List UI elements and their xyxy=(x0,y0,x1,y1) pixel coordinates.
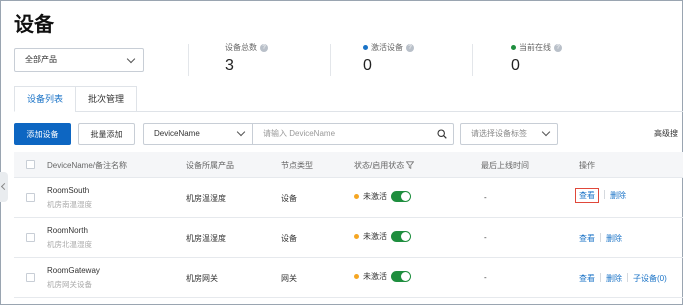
last-online-cell: - xyxy=(484,193,487,202)
enable-toggle[interactable] xyxy=(391,231,411,242)
stat-divider xyxy=(188,44,189,76)
chevron-down-icon xyxy=(236,127,246,137)
device-tag-select[interactable]: 请选择设备标签 xyxy=(460,123,558,145)
tab-bar: 设备列表 批次管理 xyxy=(14,86,138,112)
status-cell: 未激活 xyxy=(354,191,411,202)
header-node-type: 节点类型 xyxy=(281,161,313,170)
stat-label: 设备总数 xyxy=(225,43,257,52)
node-type-cell: 设备 xyxy=(281,234,297,243)
table-header: DeviceName/备注名称 设备所属产品 节点类型 状态/启用状态 最后上线… xyxy=(14,152,683,178)
table-row: RoomGateway 机房网关设备 机房网关 网关 未激活 - 查看 删除 子设备… xyxy=(14,258,683,298)
stat-label: 当前在线 xyxy=(519,43,551,52)
header-status-label: 状态/启用状态 xyxy=(354,161,405,170)
product-filter-value: 全部产品 xyxy=(25,55,57,64)
last-online-cell: - xyxy=(484,233,487,242)
node-type-cell: 网关 xyxy=(281,274,297,283)
device-note: 机房北温湿度 xyxy=(47,240,92,249)
search-field-value: DeviceName xyxy=(154,129,200,138)
device-note: 机房南温湿度 xyxy=(47,200,92,209)
actions-cell: 查看 删除 xyxy=(579,233,622,244)
filter-icon[interactable] xyxy=(406,161,415,169)
status-text: 未激活 xyxy=(363,232,387,241)
advanced-search-link[interactable]: 高级搜 xyxy=(654,128,678,139)
device-name: RoomNorth xyxy=(47,226,88,235)
chevron-down-icon xyxy=(126,54,136,64)
batch-add-button[interactable]: 批量添加 xyxy=(78,123,135,145)
header-status: 状态/启用状态 xyxy=(354,160,415,171)
status-cell: 未激活 xyxy=(354,231,411,242)
tab-device-list[interactable]: 设备列表 xyxy=(14,86,77,112)
sub-device-link[interactable]: 子设备(0) xyxy=(633,274,667,283)
view-link[interactable]: 查看 xyxy=(579,274,595,283)
table-row: RoomNorth 机房北温湿度 机房温湿度 设备 未激活 - 查看 删除 xyxy=(14,218,683,258)
help-icon[interactable]: ? xyxy=(260,43,268,52)
stat-divider xyxy=(330,44,331,76)
delete-link[interactable]: 删除 xyxy=(606,234,622,243)
delete-link[interactable]: 删除 xyxy=(610,191,626,200)
sidebar-collapse-handle[interactable] xyxy=(0,172,8,202)
page-title: 设备 xyxy=(14,14,54,36)
enable-toggle[interactable] xyxy=(391,271,411,282)
stat-total-devices: 设备总数 ? 3 xyxy=(225,42,268,75)
blue-dot-icon xyxy=(363,45,368,50)
header-last-online: 最后上线时间 xyxy=(481,161,529,170)
delete-link[interactable]: 删除 xyxy=(606,274,622,283)
product-cell: 机房网关 xyxy=(186,274,218,283)
divider xyxy=(627,273,628,282)
stat-divider xyxy=(472,44,473,76)
row-checkbox[interactable] xyxy=(26,273,35,282)
divider xyxy=(604,190,605,199)
stat-value: 0 xyxy=(363,57,372,74)
search-field-select[interactable]: DeviceName xyxy=(143,123,253,145)
help-icon[interactable]: ? xyxy=(406,43,414,52)
status-dot-icon xyxy=(354,274,359,279)
search-input[interactable] xyxy=(263,124,433,143)
header-product: 设备所属产品 xyxy=(186,161,234,170)
stat-value: 0 xyxy=(511,57,520,74)
status-cell: 未激活 xyxy=(354,271,411,282)
view-link[interactable]: 查看 xyxy=(579,234,595,243)
stat-activated-devices: 激活设备 ? 0 xyxy=(363,42,414,75)
green-dot-icon xyxy=(511,45,516,50)
device-tag-placeholder: 请选择设备标签 xyxy=(471,129,527,138)
product-cell: 机房温湿度 xyxy=(186,234,226,243)
node-type-cell: 设备 xyxy=(281,194,297,203)
device-table: DeviceName/备注名称 设备所属产品 节点类型 状态/启用状态 最后上线… xyxy=(14,152,683,298)
device-name-cell: RoomSouth 机房南温湿度 xyxy=(47,186,92,210)
status-dot-icon xyxy=(354,194,359,199)
header-actions: 操作 xyxy=(579,161,595,170)
table-row: RoomSouth 机房南温湿度 机房温湿度 设备 未激活 - 查看 删除 xyxy=(14,178,683,218)
header-device-name: DeviceName/备注名称 xyxy=(47,161,128,170)
search-icon[interactable] xyxy=(437,129,447,139)
device-name: RoomSouth xyxy=(47,186,90,195)
product-cell: 机房温湿度 xyxy=(186,194,226,203)
row-checkbox[interactable] xyxy=(26,193,35,202)
product-filter-select[interactable]: 全部产品 xyxy=(14,48,144,72)
search-box xyxy=(252,123,454,145)
enable-toggle[interactable] xyxy=(391,191,411,202)
help-icon[interactable]: ? xyxy=(554,43,562,52)
device-name: RoomGateway xyxy=(47,266,100,275)
view-link[interactable]: 查看 xyxy=(575,188,599,203)
select-all-checkbox[interactable] xyxy=(26,160,35,169)
actions-cell: 查看 删除 xyxy=(575,188,626,203)
status-dot-icon xyxy=(354,234,359,239)
actions-cell: 查看 删除 子设备(0) xyxy=(579,273,667,284)
divider xyxy=(600,273,601,282)
tab-batch-management[interactable]: 批次管理 xyxy=(75,86,138,112)
device-name-cell: RoomGateway 机房网关设备 xyxy=(47,266,100,290)
chevron-down-icon xyxy=(541,127,551,137)
device-name-cell: RoomNorth 机房北温湿度 xyxy=(47,226,92,250)
last-online-cell: - xyxy=(484,273,487,282)
row-checkbox[interactable] xyxy=(26,233,35,242)
status-text: 未激活 xyxy=(363,192,387,201)
stat-value: 3 xyxy=(225,57,234,74)
status-text: 未激活 xyxy=(363,272,387,281)
stat-label: 激活设备 xyxy=(371,43,403,52)
divider xyxy=(600,233,601,242)
stat-online-devices: 当前在线 ? 0 xyxy=(511,42,562,75)
add-device-button[interactable]: 添加设备 xyxy=(14,123,71,145)
device-note: 机房网关设备 xyxy=(47,280,92,289)
